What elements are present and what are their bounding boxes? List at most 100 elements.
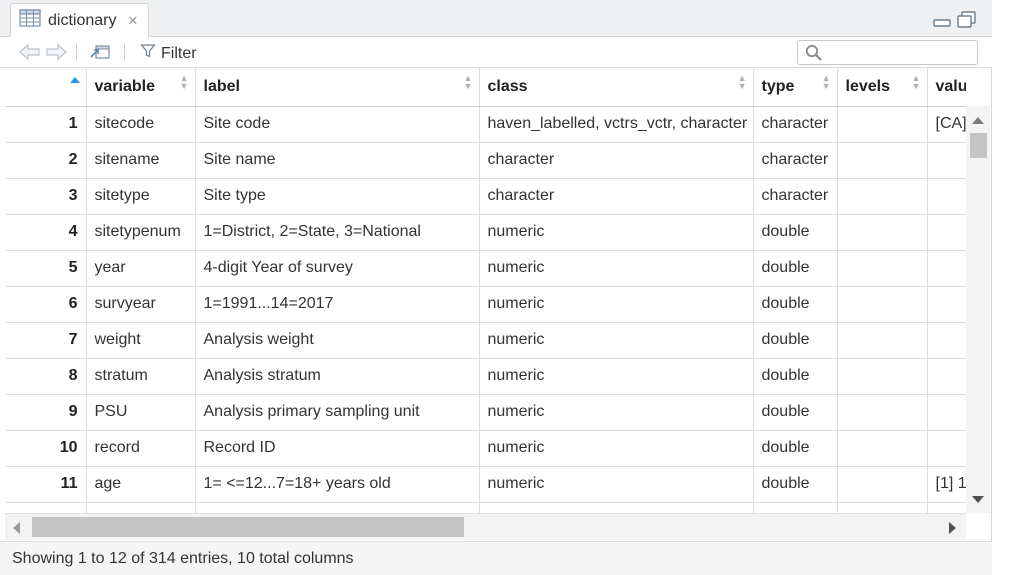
type-cell[interactable]: double — [753, 322, 838, 359]
row-number-cell[interactable]: 9 — [5, 394, 87, 431]
row-number-cell[interactable]: 8 — [5, 358, 87, 395]
type-cell[interactable]: double — [753, 358, 838, 395]
levels-cell[interactable] — [837, 466, 928, 503]
class-cell[interactable]: numeric — [479, 358, 754, 395]
variable-cell[interactable]: stratum — [86, 358, 196, 395]
search-input[interactable] — [826, 43, 974, 62]
type-cell[interactable]: character — [753, 178, 838, 215]
vertical-scrollbar[interactable] — [966, 106, 990, 513]
value-labels-cell[interactable]: [1] 1 — [927, 466, 966, 503]
label-cell[interactable]: Site code — [195, 106, 480, 143]
variable-cell[interactable]: record — [86, 430, 196, 467]
label-cell[interactable]: Site name — [195, 142, 480, 179]
levels-cell[interactable] — [837, 142, 928, 179]
table-row[interactable]: 11 age 1= <=12...7=18+ years old numeric dou… — [5, 466, 966, 503]
class-cell[interactable] — [479, 502, 754, 513]
row-number-cell[interactable]: 2 — [5, 142, 87, 179]
levels-cell[interactable] — [837, 250, 928, 287]
search-box[interactable] — [797, 40, 978, 65]
table-row[interactable]: 2 sitename Site name character character — [5, 142, 966, 179]
type-cell[interactable]: double — [753, 430, 838, 467]
column-header-value-labels[interactable]: value_la — [927, 68, 966, 107]
variable-cell[interactable]: age — [86, 466, 196, 503]
value-labels-cell[interactable] — [927, 178, 966, 215]
class-cell[interactable]: numeric — [479, 214, 754, 251]
column-header-variable[interactable]: variable ▲ ▼ — [86, 68, 196, 107]
label-cell[interactable]: Analysis primary sampling unit — [195, 394, 480, 431]
variable-cell[interactable]: survyear — [86, 286, 196, 323]
levels-cell[interactable] — [837, 322, 928, 359]
levels-cell[interactable] — [837, 178, 928, 215]
label-cell[interactable] — [195, 502, 480, 513]
table-row[interactable]: 6 survyear 1=1991...14=2017 numeric double — [5, 286, 966, 323]
value-labels-cell[interactable] — [927, 322, 966, 359]
levels-cell[interactable] — [837, 358, 928, 395]
variable-cell[interactable]: weight — [86, 322, 196, 359]
table-row[interactable]: 5 year 4-digit Year of survey numeric double — [5, 250, 966, 287]
type-cell[interactable]: double — [753, 466, 838, 503]
label-cell[interactable]: 1= <=12...7=18+ years old — [195, 466, 480, 503]
levels-cell[interactable] — [837, 214, 928, 251]
levels-cell[interactable] — [837, 394, 928, 431]
value-labels-cell[interactable] — [927, 502, 966, 513]
scroll-up-icon[interactable] — [972, 117, 984, 124]
class-cell[interactable]: haven_labelled, vctrs_vctr, character — [479, 106, 754, 143]
row-number-cell[interactable]: 7 — [5, 322, 87, 359]
value-labels-cell[interactable]: [CA] — [927, 106, 966, 143]
maximize-icon[interactable] — [956, 10, 978, 35]
minimize-icon[interactable] — [932, 10, 952, 35]
variable-cell[interactable]: sitetype — [86, 178, 196, 215]
horizontal-scroll-thumb[interactable] — [32, 517, 464, 537]
table-row[interactable]: 8 stratum Analysis stratum numeric double — [5, 358, 966, 395]
value-labels-cell[interactable] — [927, 250, 966, 287]
levels-cell[interactable] — [837, 502, 928, 513]
row-number-cell[interactable]: 10 — [5, 430, 87, 467]
label-cell[interactable]: Record ID — [195, 430, 480, 467]
forward-arrow-icon[interactable] — [44, 43, 68, 61]
row-number-cell[interactable]: 5 — [5, 250, 87, 287]
label-cell[interactable]: Analysis weight — [195, 322, 480, 359]
value-labels-cell[interactable] — [927, 394, 966, 431]
close-icon[interactable]: ✕ — [127, 13, 138, 29]
class-cell[interactable]: numeric — [479, 394, 754, 431]
row-number-cell[interactable]: 3 — [5, 178, 87, 215]
value-labels-cell[interactable] — [927, 358, 966, 395]
class-cell[interactable]: numeric — [479, 430, 754, 467]
table-row[interactable]: 4 sitetypenum 1=District, 2=State, 3=Natio… — [5, 214, 966, 251]
variable-cell[interactable]: year — [86, 250, 196, 287]
row-number-cell[interactable]: 6 — [5, 286, 87, 323]
label-cell[interactable]: 1=District, 2=State, 3=National — [195, 214, 480, 251]
class-cell[interactable]: numeric — [479, 286, 754, 323]
popout-window-icon[interactable] — [88, 43, 112, 61]
column-header-levels[interactable]: levels ▲ ▼ — [837, 68, 928, 107]
type-cell[interactable]: character — [753, 106, 838, 143]
row-number-cell[interactable]: 11 — [5, 466, 87, 503]
variable-cell[interactable]: PSU — [86, 394, 196, 431]
levels-cell[interactable] — [837, 286, 928, 323]
column-header-label-col[interactable]: label ▲ ▼ — [195, 68, 480, 107]
type-cell[interactable]: double — [753, 250, 838, 287]
scroll-left-icon[interactable] — [13, 522, 20, 534]
class-cell[interactable]: character — [479, 142, 754, 179]
filter-button[interactable]: Filter — [140, 43, 197, 64]
variable-cell[interactable]: sitename — [86, 142, 196, 179]
column-header-class[interactable]: class ▲ ▼ — [479, 68, 754, 107]
variable-cell[interactable]: sitetypenum — [86, 214, 196, 251]
column-header-rownum[interactable] — [5, 68, 87, 107]
row-number-cell[interactable] — [5, 502, 87, 513]
value-labels-cell[interactable] — [927, 286, 966, 323]
class-cell[interactable]: numeric — [479, 250, 754, 287]
table-row[interactable]: 3 sitetype Site type character character — [5, 178, 966, 215]
label-cell[interactable]: 1=1991...14=2017 — [195, 286, 480, 323]
horizontal-scrollbar[interactable] — [5, 513, 966, 540]
type-cell[interactable]: double — [753, 394, 838, 431]
table-row[interactable] — [5, 502, 966, 513]
type-cell[interactable]: double — [753, 214, 838, 251]
row-number-cell[interactable]: 1 — [5, 106, 87, 143]
class-cell[interactable]: character — [479, 178, 754, 215]
type-cell[interactable]: double — [753, 286, 838, 323]
scroll-right-icon[interactable] — [949, 522, 956, 534]
table-row[interactable]: 1 sitecode Site code haven_labelled, vctrs_… — [5, 106, 966, 143]
value-labels-cell[interactable] — [927, 142, 966, 179]
class-cell[interactable]: numeric — [479, 322, 754, 359]
